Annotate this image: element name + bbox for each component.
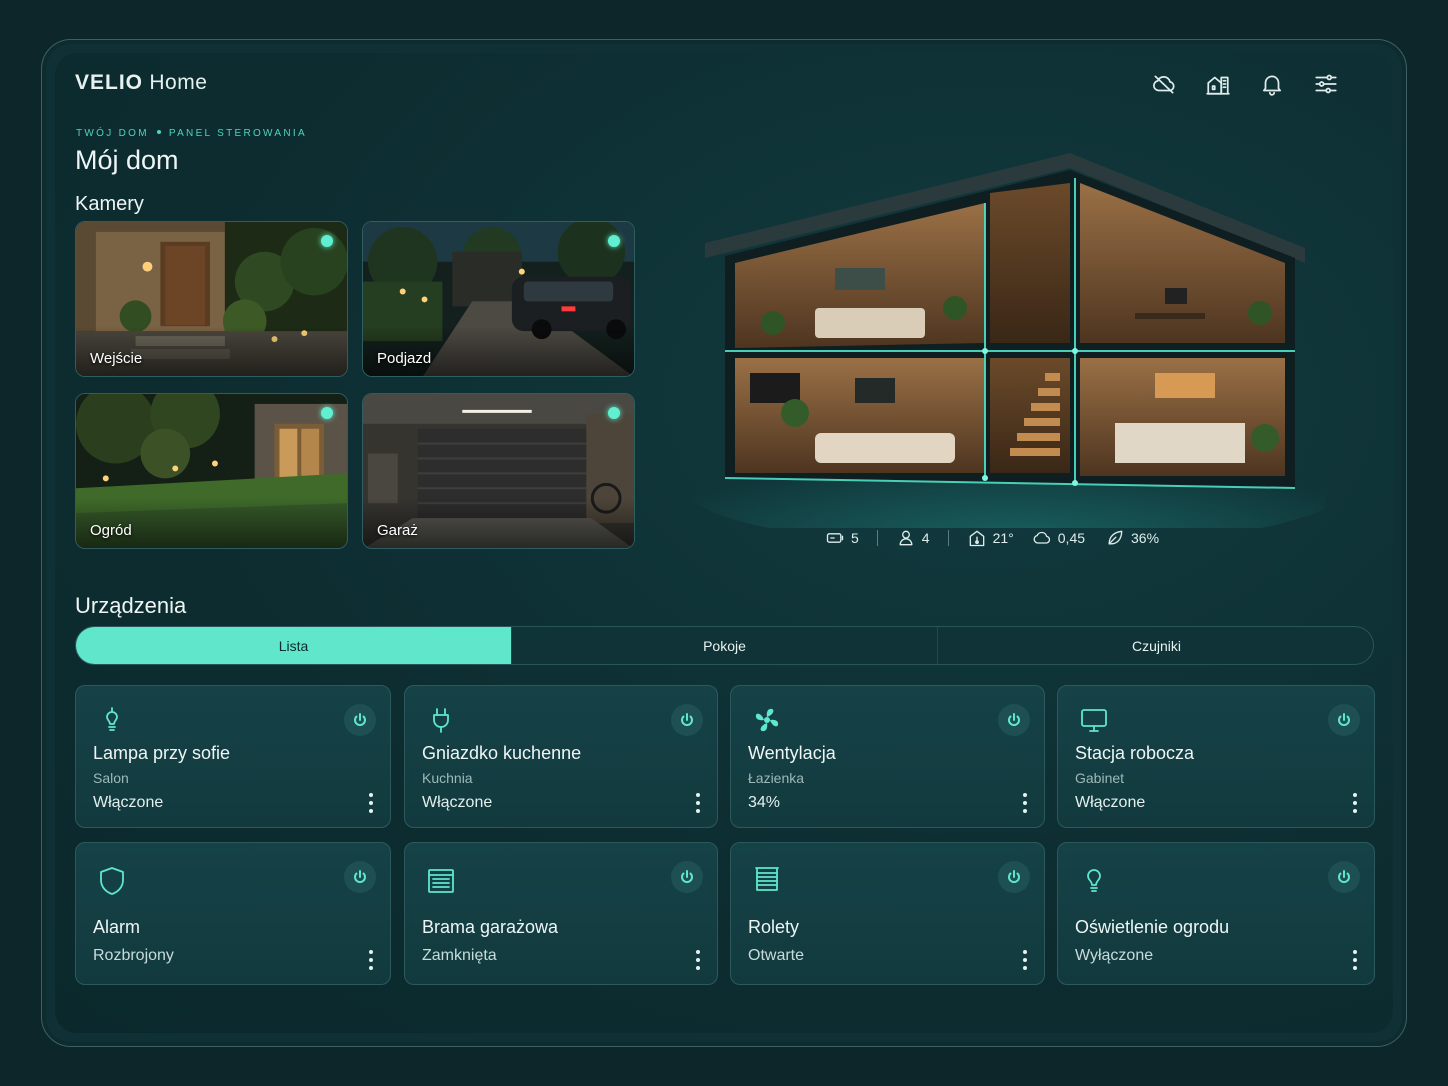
device-card-garage-gate[interactable]: Brama garażowa Zamknięta: [404, 842, 718, 985]
device-card-blinds[interactable]: Rolety Otwarte: [730, 842, 1045, 985]
leaf-icon: [1108, 530, 1123, 545]
power-button[interactable]: [998, 861, 1030, 893]
more-menu-icon[interactable]: [693, 950, 703, 970]
fan-icon: [751, 704, 783, 736]
device-state: Zamknięta: [422, 947, 497, 964]
power-button[interactable]: [671, 704, 703, 736]
camera-label: Wejście: [90, 350, 143, 367]
power-button[interactable]: [344, 861, 376, 893]
camera-label: Garaż: [377, 522, 418, 539]
stat-cloud: 0,45: [1032, 528, 1085, 548]
live-indicator: [321, 407, 333, 419]
device-state: Włączone: [1075, 794, 1146, 811]
device-card-socket[interactable]: Gniazdko kuchenne Kuchnia Włączone: [404, 685, 718, 828]
breadcrumb: TWÓJ DOM PANEL STEROWANIA: [76, 128, 307, 139]
device-card-alarm[interactable]: Alarm Rozbrojony: [75, 842, 391, 985]
power-button[interactable]: [1328, 704, 1360, 736]
stat-devices: 5: [825, 528, 859, 548]
tab-czujniki[interactable]: Czujniki: [938, 627, 1373, 664]
garage-door-icon: [425, 865, 457, 897]
device-state: 34%: [748, 794, 781, 811]
device-room: Łazienka: [748, 770, 805, 786]
cloud-off-icon[interactable]: [1149, 69, 1179, 99]
power-button[interactable]: [1328, 861, 1360, 893]
device-room: Gabinet: [1075, 770, 1125, 786]
device-name: Lampa przy sofie: [93, 743, 231, 763]
device-name: Gniazdko kuchenne: [422, 743, 582, 763]
camera-garage[interactable]: Garaż: [362, 393, 635, 549]
more-menu-icon[interactable]: [693, 793, 703, 813]
device-state: Włączone: [422, 794, 493, 811]
device-card-workstation[interactable]: Stacja robocza Gabinet Włączone: [1057, 685, 1375, 828]
lamp-icon: [96, 704, 128, 736]
device-name: Brama garażowa: [422, 917, 559, 937]
home-building-icon[interactable]: [1203, 69, 1233, 99]
live-indicator: [608, 407, 620, 419]
device-room: Salon: [93, 770, 129, 786]
shield-icon: [96, 865, 128, 897]
more-menu-icon[interactable]: [1350, 950, 1360, 970]
live-indicator: [608, 235, 620, 247]
stat-eco: 36%: [1105, 528, 1159, 548]
monitor-icon: [1078, 704, 1110, 736]
device-name: Rolety: [748, 917, 800, 937]
stat-people: 4: [896, 528, 930, 548]
dashboard-screen: VELIO Home TWÓJ DOM PANEL STEROWANIA Mój …: [55, 53, 1393, 1033]
page-title: Mój dom: [75, 145, 179, 175]
device-card-lamp[interactable]: Lampa przy sofie Salon Włączone: [75, 685, 391, 828]
plug-icon: [425, 704, 457, 736]
more-menu-icon[interactable]: [366, 950, 376, 970]
devices-title: Urządzenia: [75, 593, 187, 618]
house-3d-view[interactable]: [685, 148, 1345, 548]
device-card-garden-lights[interactable]: Oświetlenie ogrodu Wyłączone: [1057, 842, 1375, 985]
brand-logo: VELIO Home: [75, 71, 208, 94]
camera-entrance[interactable]: Wejście: [75, 221, 348, 377]
camera-driveway[interactable]: Podjazd: [362, 221, 635, 377]
more-menu-icon[interactable]: [1020, 793, 1030, 813]
home-stats-bar: 5 4 21° 0,45 36%: [825, 528, 1159, 548]
device-name: Alarm: [93, 917, 141, 937]
device-name: Stacja robocza: [1075, 743, 1195, 763]
home-temp-icon: [969, 530, 984, 547]
live-indicator: [321, 235, 333, 247]
user-icon: [899, 530, 913, 546]
header-actions: [1149, 69, 1341, 99]
power-button[interactable]: [671, 861, 703, 893]
cameras-title: Kamery: [75, 193, 144, 215]
device-room: Kuchnia: [422, 770, 473, 786]
power-button[interactable]: [344, 704, 376, 736]
battery-icon: [826, 533, 844, 543]
blinds-icon: [751, 863, 783, 895]
device-state: Włączone: [93, 794, 164, 811]
stat-temperature: 21°: [967, 528, 1014, 548]
device-name: Wentylacja: [748, 743, 836, 763]
more-menu-icon[interactable]: [1350, 793, 1360, 813]
camera-garden[interactable]: Ogród: [75, 393, 348, 549]
device-card-ventilation[interactable]: Wentylacja Łazienka 34%: [730, 685, 1045, 828]
more-menu-icon[interactable]: [1020, 950, 1030, 970]
bell-icon[interactable]: [1257, 69, 1287, 99]
device-name: Oświetlenie ogrodu: [1075, 917, 1230, 937]
camera-label: Podjazd: [377, 350, 432, 367]
cloud-icon: [1033, 531, 1050, 544]
camera-label: Ogród: [90, 522, 132, 539]
device-state: Wyłączone: [1075, 947, 1154, 964]
device-tabs: Lista Pokoje Czujniki: [75, 626, 1374, 665]
tab-lista[interactable]: Lista: [76, 627, 512, 664]
device-state: Rozbrojony: [93, 947, 174, 964]
power-button[interactable]: [998, 704, 1030, 736]
device-state: Otwarte: [748, 947, 805, 964]
bulb-icon: [1078, 863, 1110, 895]
tab-pokoje[interactable]: Pokoje: [512, 627, 938, 664]
more-menu-icon[interactable]: [366, 793, 376, 813]
sliders-icon[interactable]: [1311, 69, 1341, 99]
